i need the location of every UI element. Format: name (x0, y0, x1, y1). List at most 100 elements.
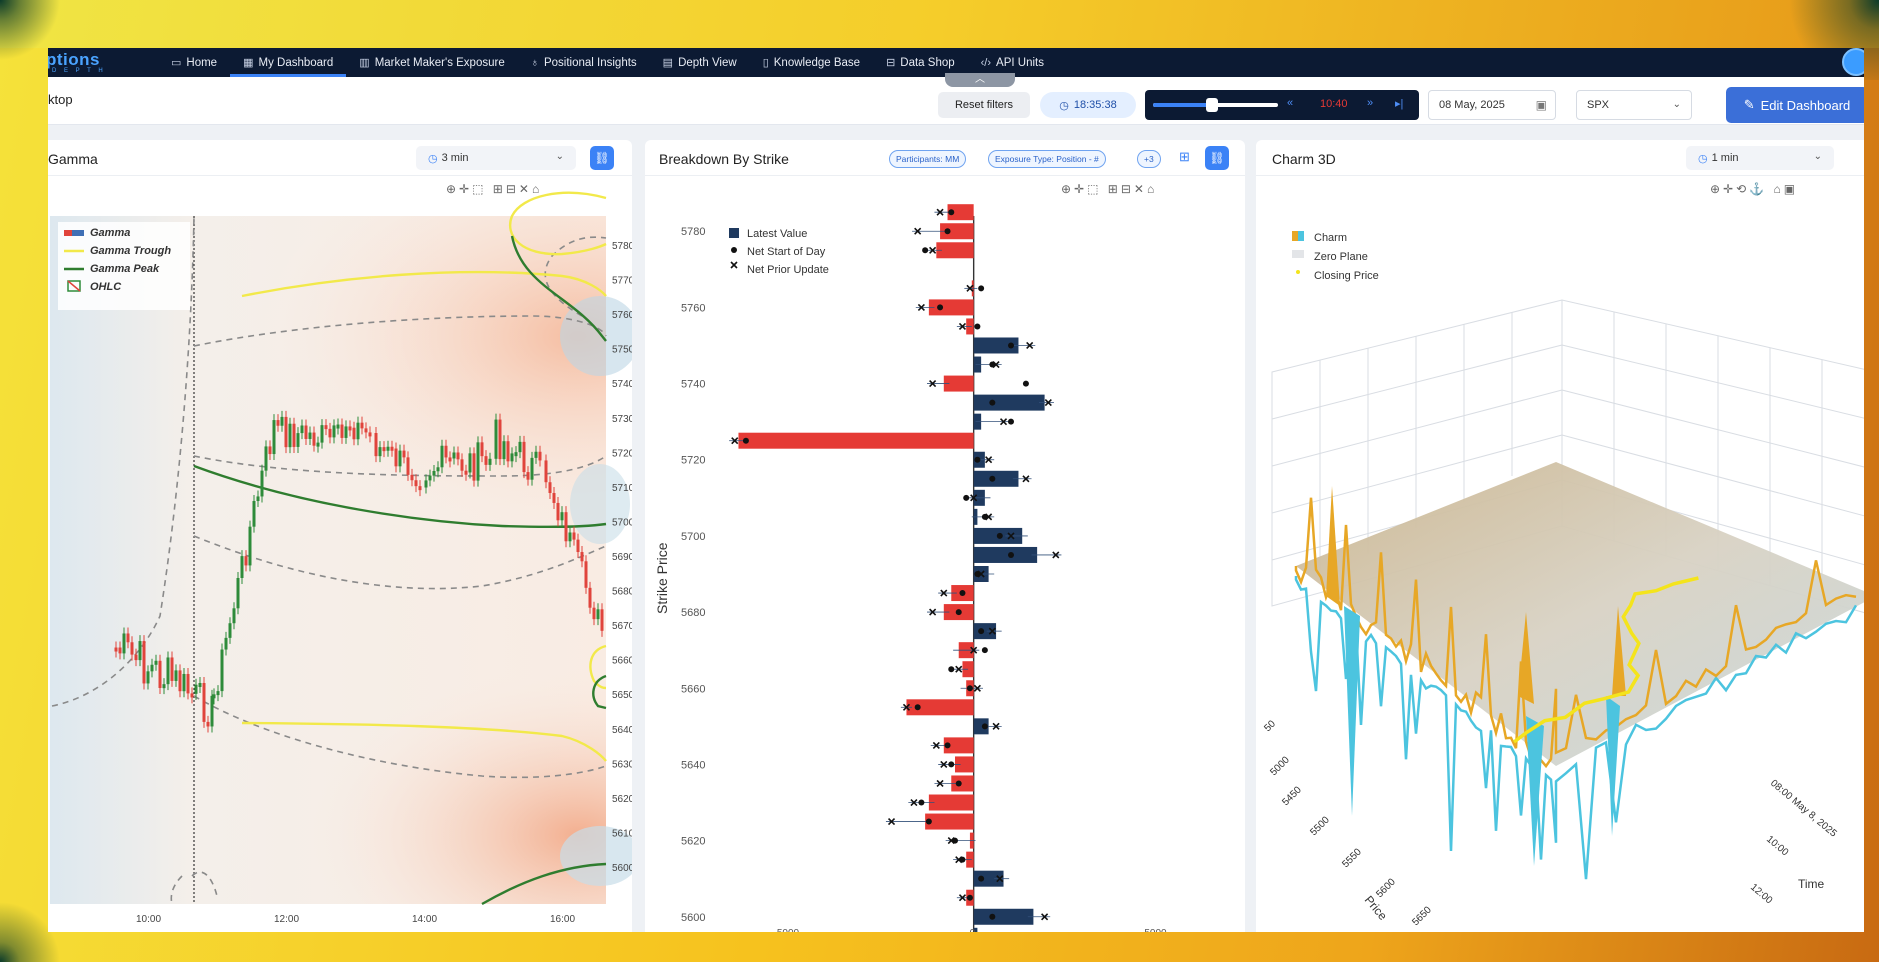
lightbulb-icon: ♁ (530, 56, 539, 69)
marker-net-start-of-day (966, 685, 973, 692)
ohlc-candle (288, 423, 292, 448)
nav-menu: ▭ Home ▦ My Dashboard ▥ Market Maker's Exposu… (158, 48, 1057, 77)
axis-tick-label: 5500 (1308, 814, 1332, 838)
bar-latest-value[interactable] (738, 432, 974, 449)
legend-label: Latest Value (747, 228, 807, 240)
bar-latest-value[interactable] (973, 546, 1038, 563)
skip-end-icon[interactable]: ▸| (1395, 97, 1403, 110)
chevron-down-icon: ⌄ (555, 151, 564, 162)
bar-latest-value[interactable] (928, 299, 974, 316)
marker-net-start-of-day (989, 913, 996, 920)
legend-label: Net Start of Day (747, 246, 826, 258)
bar-latest-value[interactable] (936, 242, 974, 259)
layers-icon: ▤ (662, 57, 674, 69)
interval-value: 1 min (1711, 152, 1739, 164)
link-button[interactable]: ⛓ (590, 146, 614, 170)
ohlc-candle (316, 442, 320, 447)
axis-tick-label: 50 (1262, 718, 1278, 734)
ohlc-candle (220, 649, 224, 692)
marker-net-start-of-day (948, 209, 955, 216)
ohlc-candle (352, 427, 356, 440)
edit-dashboard-button[interactable]: ✎ Edit Dashboard (1726, 87, 1864, 123)
nav-item-home[interactable]: ▭ Home (158, 48, 230, 77)
charm-panel: Charm 3D ◷ 1 min ⌄ ⊕✛⟲⚓ ⌂▣ Charm Zero Pla… (1256, 140, 1864, 932)
ohlc-candle (510, 453, 514, 462)
nav-item-label: Positional Insights (543, 56, 637, 69)
y-tick-label: 5690 (612, 552, 632, 563)
ohlc-candle (236, 577, 240, 609)
axis-tick-label: 5650 (1410, 904, 1434, 928)
nav-item-positional-insights[interactable]: ♁ Positional Insights (518, 48, 650, 77)
collapse-toolbar-button[interactable]: ︿ (945, 73, 1015, 87)
bar-latest-value[interactable] (925, 813, 974, 830)
ohlc-candle (198, 683, 202, 688)
ohlc-candle (414, 480, 418, 487)
symbol-select[interactable]: SPX ⌄ (1576, 90, 1692, 120)
gamma-chart[interactable]: 5780 5770 5760 5750 5740 5730 5720 5710 5700 5690… (48, 176, 632, 932)
bar-latest-value[interactable] (973, 470, 1019, 487)
current-time: 18:35:38 (1073, 99, 1117, 111)
ohlc-candle (480, 442, 484, 457)
ohlc-candle (502, 441, 506, 460)
replay-slider-handle[interactable] (1205, 98, 1218, 112)
bar-latest-value[interactable] (973, 908, 1034, 925)
link-button[interactable]: ⛓ (1205, 146, 1229, 170)
legend-swatch-charm (1298, 231, 1304, 241)
current-time-badge[interactable]: ◷ 18:35:38 (1040, 92, 1136, 118)
bar-latest-value[interactable] (973, 394, 1045, 411)
logo[interactable]: ptions D E P T H (48, 48, 158, 77)
ohlc-candle (150, 664, 154, 672)
ohlc-candle (224, 637, 228, 650)
bar-latest-value[interactable] (928, 794, 974, 811)
y-tick-label: 5740 (681, 379, 705, 391)
ohlc-candle (484, 456, 488, 465)
ohlc-candle (276, 420, 280, 426)
ohlc-candle (308, 432, 312, 439)
ohlc-candle (456, 452, 460, 460)
ohlc-candle (568, 532, 572, 542)
interval-select[interactable]: ◷ 1 min ⌄ (1686, 146, 1834, 170)
nav-item-depth-view[interactable]: ▤ Depth View (650, 48, 750, 77)
marker-net-start-of-day (978, 628, 985, 635)
marker-net-start-of-day (966, 894, 973, 901)
replay-slider-fill (1153, 103, 1212, 107)
exposure-type-filter-chip[interactable]: Exposure Type: Position - # (988, 150, 1106, 168)
ohlc-candle (534, 451, 538, 458)
heatmap-cool-zone (570, 464, 630, 544)
participants-filter-chip[interactable]: Participants: MM (889, 150, 967, 168)
legend-label: Zero Plane (1314, 251, 1368, 263)
more-filters-chip[interactable]: +3 (1137, 150, 1161, 168)
date-picker[interactable]: 08 May, 2025 ▣ (1428, 90, 1556, 120)
replay-player: « 10:40 » ▸| (1145, 90, 1419, 120)
ohlc-candle (398, 450, 402, 467)
interval-select[interactable]: ◷ 3 min ⌄ (416, 146, 576, 170)
avatar[interactable] (1842, 48, 1864, 76)
ohlc-candle (146, 671, 150, 684)
y-tick-label: 5680 (681, 607, 705, 619)
charm-3d-chart[interactable]: CharmZero PlaneClosing Price505000545055… (1256, 176, 1864, 932)
marker-net-start-of-day (989, 399, 996, 406)
y-tick-label: 5600 (681, 912, 705, 924)
ohlc-candle (126, 633, 130, 643)
charm-spike (1326, 486, 1340, 606)
reset-filters-button[interactable]: Reset filters (938, 92, 1030, 118)
ohlc-candle (284, 416, 288, 448)
nav-item-market-maker-s-exposure[interactable]: ▥ Market Maker's Exposure (346, 48, 517, 77)
symbol-value: SPX (1587, 99, 1610, 111)
ohlc-candle (130, 642, 134, 655)
fast-forward-icon[interactable]: » (1367, 97, 1373, 109)
ohlc-candle (268, 446, 272, 455)
date-value: 08 May, 2025 (1439, 99, 1505, 111)
ohlc-candle (336, 424, 340, 429)
nav-item-my-dashboard[interactable]: ▦ My Dashboard (230, 48, 347, 77)
x-tick-label: 5000 (1144, 928, 1167, 932)
ohlc-candle (194, 684, 198, 694)
marker-net-start-of-day (981, 723, 988, 730)
grid-icon[interactable]: ⊞ (1179, 149, 1190, 165)
scene-grid-line (1561, 344, 1864, 419)
rewind-icon[interactable]: « (1287, 97, 1293, 109)
breakdown-chart[interactable]: 5600 5620 5640 5660 5680 5700 5720 5740 5760 5780… (645, 176, 1245, 932)
nav-item-label: Data Shop (900, 56, 955, 69)
ohlc-candle (592, 607, 596, 620)
nav-item-knowledge-base[interactable]: ▯ Knowledge Base (750, 48, 873, 77)
